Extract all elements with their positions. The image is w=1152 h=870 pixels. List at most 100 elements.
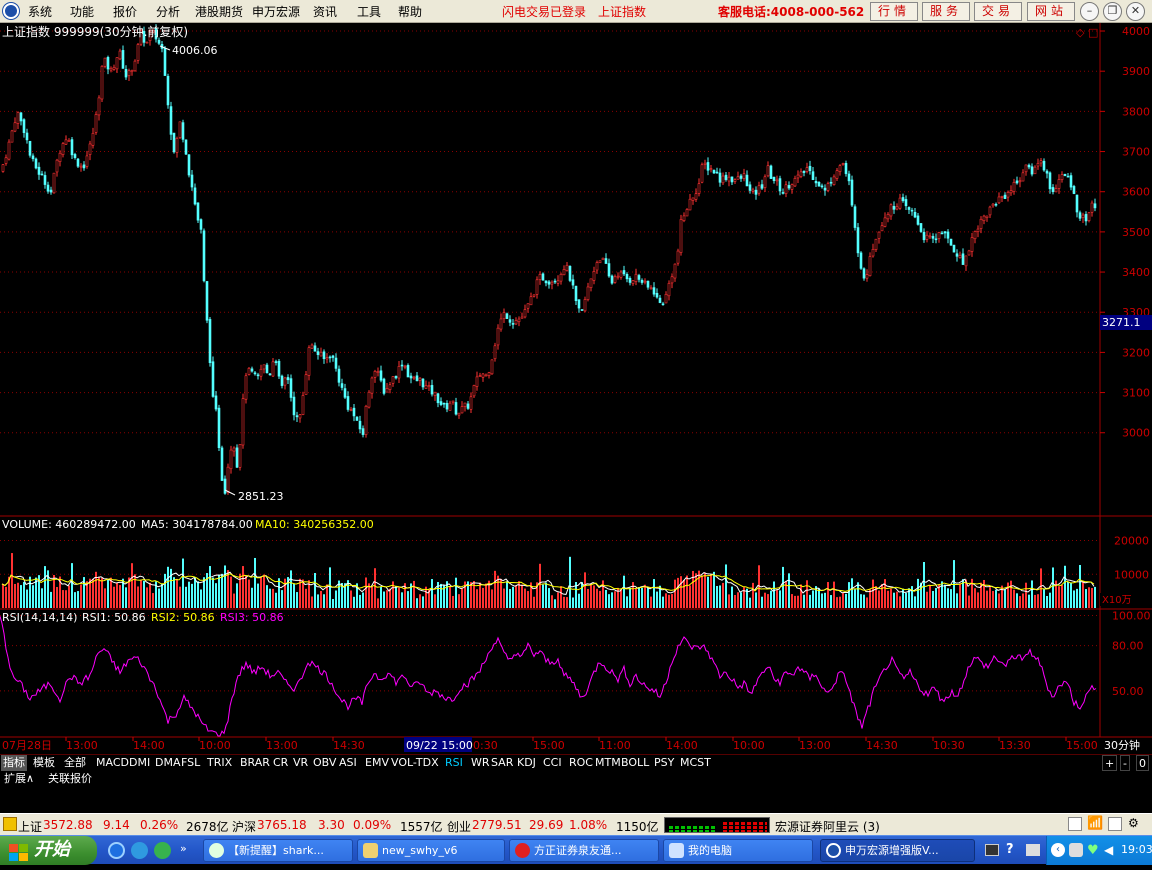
tab-template[interactable]: 模板: [31, 755, 57, 771]
green-browser-icon[interactable]: [154, 842, 171, 859]
zoom-out-button[interactable]: -: [1120, 755, 1130, 771]
website-button[interactable]: 网站: [1027, 2, 1075, 21]
indicator-tab-trix[interactable]: TRIX: [205, 755, 234, 771]
indicator-tab-psy[interactable]: PSY: [652, 755, 676, 771]
indicator-tab-vol-tdx[interactable]: VOL-TDX: [389, 755, 441, 771]
signal-icon[interactable]: 📶: [1087, 816, 1103, 831]
ie-icon[interactable]: [108, 842, 125, 859]
candle-body: [73, 154, 77, 158]
period-label[interactable]: 30分钟: [1104, 738, 1140, 752]
indicator-tab-cr[interactable]: CR: [271, 755, 290, 771]
indicator-tab-asi[interactable]: ASI: [337, 755, 359, 771]
candle-body: [256, 374, 260, 377]
zoom-in-button[interactable]: +: [1102, 755, 1118, 771]
indicator-tab-roc[interactable]: ROC: [567, 755, 595, 771]
candle-body: [343, 388, 347, 398]
clock[interactable]: 19:03: [1121, 843, 1152, 856]
reset-button[interactable]: 0: [1136, 755, 1149, 771]
volume-axis-label: 10000: [1114, 568, 1149, 581]
candle-body: [1006, 191, 1010, 198]
help-icon[interactable]: ?: [1006, 842, 1014, 857]
taskbar-item-folder[interactable]: new_swhy_v6: [357, 839, 505, 862]
network-icon[interactable]: [1069, 843, 1083, 857]
chart-option-icon[interactable]: ◇: [1076, 26, 1085, 39]
indicator-tab-macd[interactable]: MACD: [94, 755, 131, 771]
browser-icon[interactable]: [131, 842, 148, 859]
indicator-tab-sar[interactable]: SAR: [489, 755, 515, 771]
menu-tools[interactable]: 工具: [357, 3, 381, 20]
menu-swhy[interactable]: 申万宏源: [252, 3, 300, 20]
notepad-icon[interactable]: [1068, 817, 1082, 831]
candle-body: [595, 262, 599, 271]
volume-bar: [263, 574, 265, 608]
indicator-tab-dmi[interactable]: DMI: [127, 755, 152, 771]
tray-expand-icon[interactable]: ‹: [1051, 843, 1065, 857]
volume-bar: [257, 583, 259, 608]
volume-axis-label: 20000: [1114, 535, 1149, 548]
tab-indicator[interactable]: 指标: [1, 755, 27, 771]
price-axis-label: 3600: [1122, 186, 1150, 199]
menu-function[interactable]: 功能: [70, 3, 94, 20]
keyboard-icon[interactable]: [985, 844, 999, 856]
quick-launch-more-icon[interactable]: »: [180, 842, 187, 855]
menu-quote[interactable]: 报价: [113, 3, 137, 20]
volume-bar: [269, 588, 271, 608]
chart-max-icon[interactable]: □: [1088, 26, 1098, 39]
taskbar-item-forum[interactable]: 【新提醒】shark...: [203, 839, 353, 862]
indicator-tab-obv[interactable]: OBV: [311, 755, 338, 771]
close-icon[interactable]: ✕: [1126, 2, 1145, 21]
indicator-tab-brar[interactable]: BRAR: [238, 755, 272, 771]
indicator-tab-emv[interactable]: EMV: [363, 755, 391, 771]
candle-body: [838, 165, 842, 172]
service-button[interactable]: 服务: [922, 2, 970, 21]
kline-chart[interactable]: 4000390038003700360035003400330032003100…: [0, 23, 1152, 754]
candle-body: [673, 263, 677, 279]
candle-body: [157, 39, 161, 44]
taskbar-item-founder[interactable]: 方正证券泉友通...: [509, 839, 659, 862]
menu-help[interactable]: 帮助: [398, 3, 422, 20]
related-quote-tab[interactable]: 关联报价: [46, 771, 94, 787]
volume-bar: [1079, 564, 1081, 608]
server-name[interactable]: 宏源证券阿里云 (3): [775, 818, 880, 835]
candle-body: [790, 184, 794, 190]
app-logo-icon[interactable]: [3, 3, 19, 19]
menu-analysis[interactable]: 分析: [156, 3, 180, 20]
quote-button[interactable]: 行情: [870, 2, 918, 21]
indicator-tab-mcst[interactable]: MCST: [678, 755, 713, 771]
indicator-tab-rsi[interactable]: RSI: [443, 755, 465, 771]
minimize-icon[interactable]: –: [1080, 2, 1099, 21]
indicator-tab-fsl[interactable]: FSL: [179, 755, 202, 771]
start-button[interactable]: 开始: [0, 836, 97, 865]
taskbar-item-swhy[interactable]: 申万宏源增强版V...: [820, 839, 975, 862]
candle-body: [973, 231, 977, 240]
candle-body: [670, 276, 674, 284]
ime-icon[interactable]: [1026, 844, 1040, 856]
trade-button[interactable]: 交易: [974, 2, 1022, 21]
volume-bar: [707, 576, 709, 608]
menu-system[interactable]: 系统: [28, 3, 52, 20]
indicator-tab-vr[interactable]: VR: [291, 755, 310, 771]
candle-body: [67, 140, 71, 142]
expand-button[interactable]: 扩展∧: [2, 771, 36, 787]
volume-bar: [551, 595, 553, 608]
lock-icon[interactable]: [1108, 817, 1122, 831]
volume-icon[interactable]: ◀: [1104, 843, 1113, 857]
candle-body: [667, 283, 671, 297]
indicator-tab-cci[interactable]: CCI: [541, 755, 564, 771]
tab-all[interactable]: 全部: [62, 755, 88, 771]
candle-body: [706, 162, 710, 171]
candle-body: [922, 231, 926, 241]
indicator-tab-boll[interactable]: BOLL: [619, 755, 651, 771]
settings-icon[interactable]: ⚙: [1128, 816, 1139, 830]
volume-bar: [839, 596, 841, 608]
menu-hk-futures[interactable]: 港股期货: [195, 3, 243, 20]
restore-icon[interactable]: ❐: [1103, 2, 1122, 21]
security-shield-icon[interactable]: ♥: [1087, 843, 1099, 858]
taskbar-item-label: 【新提醒】shark...: [228, 844, 324, 857]
indicator-tab-kdj[interactable]: KDJ: [515, 755, 538, 771]
volume-bar: [791, 594, 793, 608]
sh-index-amount: 2678亿: [186, 820, 229, 834]
candle-body: [472, 385, 476, 397]
taskbar-item-my-computer[interactable]: 我的电脑: [663, 839, 813, 862]
menu-news[interactable]: 资讯: [313, 3, 337, 20]
